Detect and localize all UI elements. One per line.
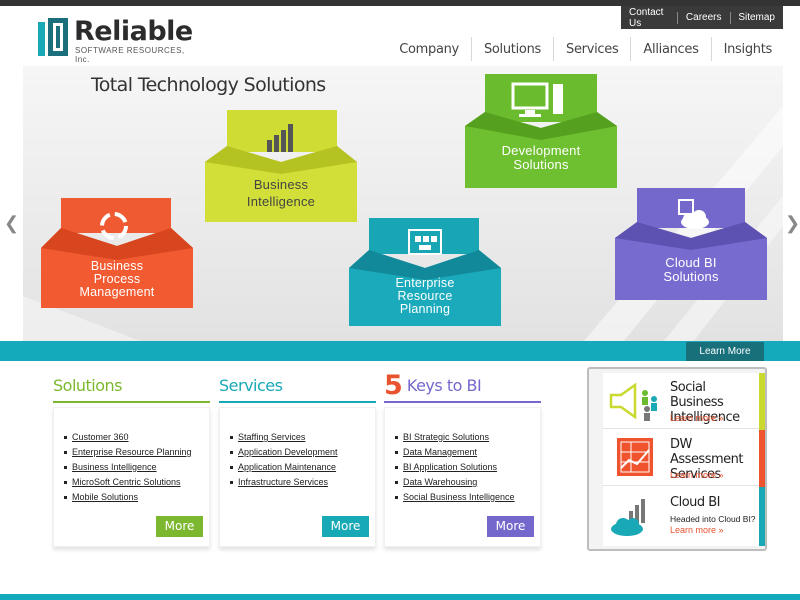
- card-business-intelligence[interactable]: Business Intelligence: [205, 110, 357, 222]
- card-development-solutions[interactable]: Development Solutions: [465, 74, 617, 188]
- list-item[interactable]: Infrastructure Services: [230, 475, 375, 490]
- keys-more-button[interactable]: More: [487, 516, 534, 537]
- keys-to-bi-title: 5 Keys to BI: [384, 371, 541, 401]
- services-list-box: Staffing Services Application Developmen…: [219, 407, 376, 547]
- keys-title-text: Keys to BI: [406, 376, 482, 395]
- solutions-more-button[interactable]: More: [156, 516, 203, 537]
- slider-next-arrow-icon[interactable]: ❯: [785, 213, 800, 234]
- promo-panel-inner: Social Business Intelligence Learn more …: [603, 373, 765, 546]
- footer-band: [0, 594, 800, 600]
- services-column: Services Staffing Services Application D…: [219, 371, 376, 547]
- card-erp-label: Enterprise Resource Planning: [395, 276, 455, 316]
- divider: [384, 401, 541, 403]
- services-title: Services: [219, 376, 283, 395]
- logo-mark-icon: [38, 18, 68, 56]
- promo-learn-more-link[interactable]: Learn more »: [670, 470, 724, 480]
- promo-subtitle: Headed into Cloud BI?: [670, 514, 756, 524]
- divider: [53, 401, 210, 403]
- nav-solutions[interactable]: Solutions: [472, 42, 553, 57]
- keys-to-bi-column: 5 Keys to BI BI Strategic Solutions Data…: [384, 371, 541, 547]
- list-item[interactable]: Customer 360: [64, 430, 209, 445]
- divider: [219, 401, 376, 403]
- promo-social-bi[interactable]: Social Business Intelligence Learn more …: [603, 373, 759, 429]
- card-bpm-label: Business Process Management: [79, 259, 155, 299]
- card-cloud-bi-solutions[interactable]: Cloud BI Solutions: [615, 188, 767, 300]
- card-bi-label: Business Intelligence: [246, 177, 316, 209]
- list-item[interactable]: BI Application Solutions: [395, 460, 540, 475]
- hero-banner: Total Technology Solutions Business Proc…: [23, 66, 783, 342]
- util-link-careers[interactable]: Careers: [678, 12, 730, 23]
- bar-chart-icon: [267, 124, 293, 152]
- promo-learn-more-link[interactable]: Learn more »: [670, 413, 724, 423]
- promo-title: Cloud BI: [670, 495, 721, 510]
- list-item[interactable]: Data Warehousing: [395, 475, 540, 490]
- list-item[interactable]: Data Management: [395, 445, 540, 460]
- list-item[interactable]: BI Strategic Solutions: [395, 430, 540, 445]
- list-item[interactable]: Mobile Solutions: [64, 490, 209, 505]
- learn-more-button[interactable]: Learn More: [686, 342, 764, 361]
- card-cloud-label: Cloud BI Solutions: [663, 255, 719, 284]
- computer-icon: [511, 82, 563, 117]
- cycle-arrows-icon: [100, 212, 128, 240]
- megaphone-icon: [609, 382, 657, 421]
- promo-tab-teal: [759, 487, 765, 546]
- nav-alliances[interactable]: Alliances: [631, 42, 710, 57]
- promo-learn-more-link[interactable]: Learn more »: [670, 525, 724, 535]
- services-more-button[interactable]: More: [322, 516, 369, 537]
- nav-services[interactable]: Services: [554, 42, 630, 57]
- card-dev-label: Development Solutions: [501, 143, 581, 172]
- solutions-title: Solutions: [53, 376, 123, 395]
- nav-insights[interactable]: Insights: [712, 42, 784, 57]
- list-item[interactable]: Application Maintenance: [230, 460, 375, 475]
- brand-name: Reliable: [74, 16, 193, 47]
- promo-tab-orange: [759, 430, 765, 487]
- org-chart-icon: [408, 229, 442, 255]
- keys-number: 5: [384, 370, 403, 401]
- promo-cloud-bi[interactable]: Cloud BI Headed into Cloud BI? Learn mor…: [603, 487, 759, 543]
- keys-list: BI Strategic Solutions Data Management B…: [385, 408, 540, 505]
- list-item[interactable]: Enterprise Resource Planning: [64, 445, 209, 460]
- cloud-bars-icon: [611, 499, 645, 536]
- logo[interactable]: Reliable SOFTWARE RESOURCES, Inc.: [38, 16, 198, 64]
- slider-prev-arrow-icon[interactable]: ❮: [4, 213, 19, 234]
- cloud-chart-icon: [678, 199, 709, 229]
- card-business-process-management[interactable]: Business Process Management: [41, 198, 193, 308]
- promo-dw-assessment[interactable]: DW Assessment Services Learn more »: [603, 430, 759, 486]
- services-list: Staffing Services Application Developmen…: [220, 408, 375, 490]
- hero-footer-band: [0, 341, 800, 361]
- solutions-column: Solutions Customer 360 Enterprise Resour…: [53, 371, 210, 547]
- promo-tab-lime: [759, 373, 765, 430]
- list-item[interactable]: Application Development: [230, 445, 375, 460]
- card-enterprise-resource-planning[interactable]: Enterprise Resource Planning: [349, 218, 501, 326]
- brand-tagline: SOFTWARE RESOURCES, Inc.: [75, 46, 185, 64]
- main-nav: Company Solutions Services Alliances Ins…: [387, 36, 784, 62]
- chart-board-icon: [617, 438, 653, 476]
- solutions-list-box: Customer 360 Enterprise Resource Plannin…: [53, 407, 210, 547]
- hero-title: Total Technology Solutions: [91, 74, 326, 96]
- utility-nav: Contact Us Careers Sitemap: [621, 6, 783, 29]
- list-item[interactable]: Business Intelligence: [64, 460, 209, 475]
- util-link-contact[interactable]: Contact Us: [621, 7, 677, 29]
- nav-company[interactable]: Company: [387, 42, 471, 57]
- list-item[interactable]: MicroSoft Centric Solutions: [64, 475, 209, 490]
- util-link-sitemap[interactable]: Sitemap: [730, 12, 783, 23]
- list-item[interactable]: Staffing Services: [230, 430, 375, 445]
- solutions-list: Customer 360 Enterprise Resource Plannin…: [54, 408, 209, 505]
- promo-panel: Social Business Intelligence Learn more …: [587, 367, 767, 551]
- keys-list-box: BI Strategic Solutions Data Management B…: [384, 407, 541, 547]
- list-item[interactable]: Social Business Intelligence: [395, 490, 540, 505]
